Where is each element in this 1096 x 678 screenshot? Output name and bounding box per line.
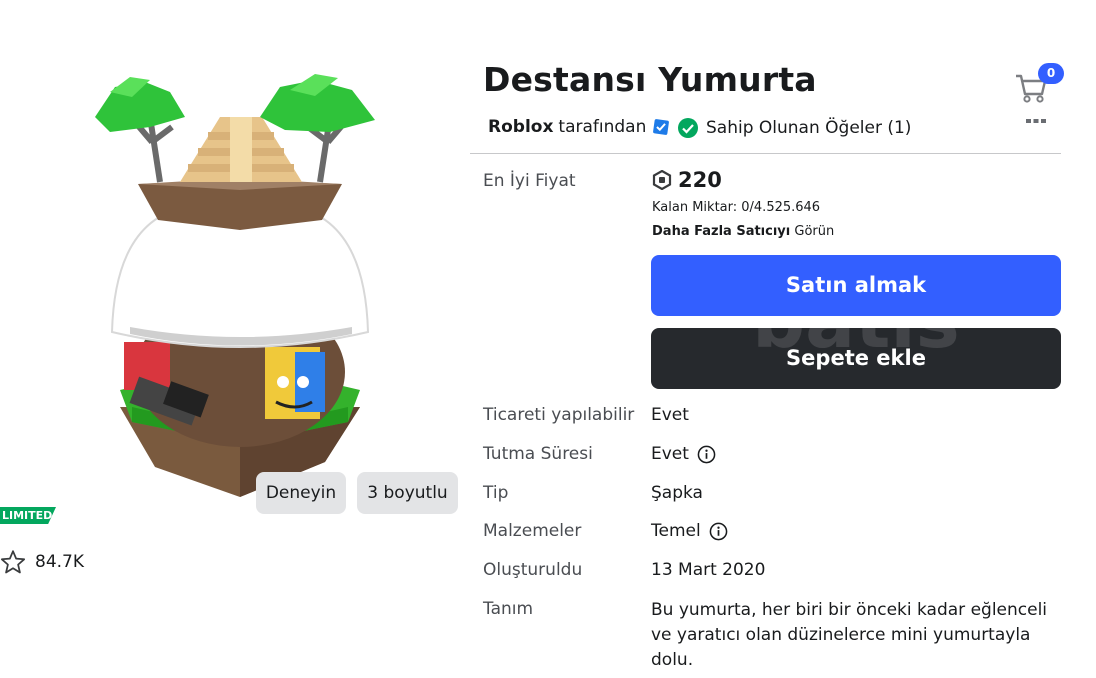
more-icon[interactable] [1024,116,1048,126]
price-row: 220 [652,168,722,192]
try-on-button[interactable]: Deneyin [256,472,346,514]
detail-label-tradable: Ticareti yapılabilir [483,405,635,425]
check-circle-icon [678,118,698,138]
detail-value-hold: Evet [651,444,716,464]
creator-link[interactable]: Roblox [488,117,553,137]
owned-items-label: Sahip Olunan Öğeler (1) [706,118,912,138]
detail-label-materials: Malzemeler [483,521,582,541]
star-icon[interactable] [0,549,26,575]
detail-label-description: Tanım [483,599,534,619]
best-price-label: En İyi Fiyat [483,171,576,191]
detail-value-text: Evet [651,405,689,425]
detail-label-type: Tip [483,483,509,503]
detail-value-text: Şapka [651,483,703,503]
detail-label-created: Oluşturuldu [483,560,583,580]
three-d-button[interactable]: 3 boyutlu [357,472,458,514]
limited-badge: LIMITED [0,507,56,524]
more-sellers-suffix: Görün [794,224,835,239]
price-value: 220 [678,168,722,192]
detail-value-materials: Temel [651,521,728,541]
owned-items[interactable]: Sahip Olunan Öğeler (1) [677,117,911,139]
detail-value-text: Temel [651,521,701,541]
remaining-quantity: Kalan Miktar: 0/4.525.646 [652,200,821,215]
detail-value-tradable: Evet [651,405,689,425]
creator-suffix: tarafından [558,117,647,137]
cart-count-badge: 0 [1038,63,1064,84]
info-icon[interactable] [709,522,728,541]
detail-value-created: 13 Mart 2020 [651,560,765,580]
header-divider [470,153,1061,154]
creator-info: Roblox tarafından [488,117,670,137]
item-title: Destansı Yumurta [483,60,817,99]
verified-icon [653,119,670,135]
item-thumbnail [95,74,375,497]
detail-value-type: Şapka [651,483,703,503]
info-icon[interactable] [697,445,716,464]
more-sellers: Daha Fazla Satıcıyı Görün [652,224,834,239]
buy-button[interactable]: Satın almak [651,255,1061,316]
detail-value-text: 13 Mart 2020 [651,560,766,580]
more-sellers-link[interactable]: Daha Fazla Satıcıyı [652,224,790,239]
robux-icon [652,170,672,190]
detail-label-hold: Tutma Süresi [483,444,593,464]
favorite-count: 84.7K [35,552,84,572]
detail-value-text: Evet [651,444,689,464]
item-description: Bu yumurta, her biri bir önceki kadar eğ… [651,600,1048,670]
add-to-cart-button[interactable]: batis Sepete ekle [651,328,1061,389]
add-to-cart-label: Sepete ekle [786,346,926,370]
